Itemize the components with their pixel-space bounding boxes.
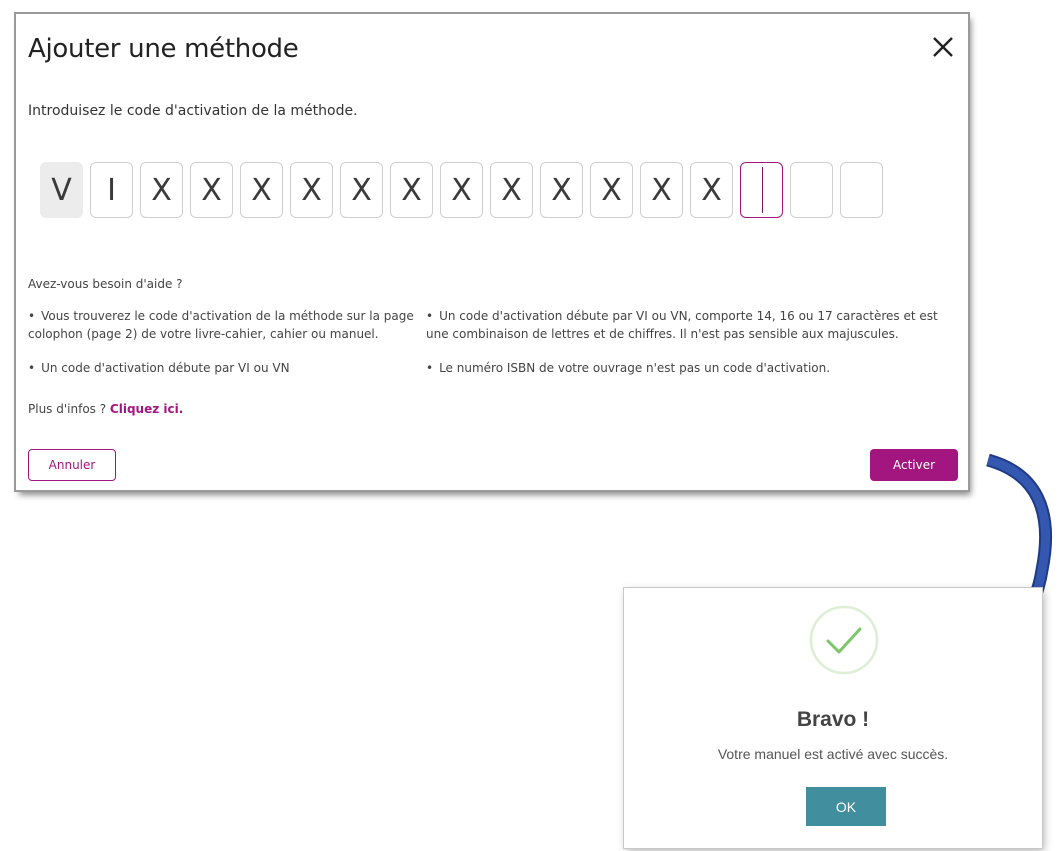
- help-item-text: Le numéro ISBN de votre ouvrage n'est pa…: [439, 361, 831, 375]
- more-info-link[interactable]: Cliquez ici.: [110, 402, 183, 416]
- code-char-box[interactable]: X: [340, 162, 383, 218]
- code-char-box[interactable]: X: [640, 162, 683, 218]
- help-item: • Vous trouverez le code d'activation de …: [28, 307, 418, 343]
- instruction-text: Introduisez le code d'activation de la m…: [28, 103, 358, 119]
- more-info: Plus d'infos ? Cliquez ici.: [28, 402, 183, 416]
- code-char-box[interactable]: X: [290, 162, 333, 218]
- help-item: • Un code d'activation débute par VI ou V…: [28, 359, 418, 377]
- code-char-box[interactable]: X: [140, 162, 183, 218]
- bullet: •: [28, 309, 36, 323]
- code-char-box[interactable]: [840, 162, 883, 218]
- bullet: •: [28, 361, 36, 375]
- code-char-box[interactable]: X: [590, 162, 633, 218]
- code-char-box[interactable]: X: [490, 162, 533, 218]
- activate-button[interactable]: Activer: [870, 449, 958, 481]
- success-message: Votre manuel est activé avec succès.: [717, 746, 949, 762]
- bullet: •: [426, 309, 434, 323]
- code-char-box[interactable]: X: [690, 162, 733, 218]
- help-item: • Le numéro ISBN de votre ouvrage n'est p…: [426, 359, 956, 377]
- activation-code-input: V I X X X X X X X X X X X X: [40, 162, 883, 220]
- code-char-box[interactable]: X: [190, 162, 233, 218]
- help-item-text: Un code d'activation débute par VI ou VN: [41, 361, 290, 375]
- more-info-prefix: Plus d'infos ?: [28, 402, 110, 416]
- code-char-box[interactable]: X: [240, 162, 283, 218]
- bullet: •: [426, 361, 434, 375]
- code-char-box[interactable]: X: [440, 162, 483, 218]
- code-char-box[interactable]: V: [40, 162, 83, 218]
- check-circle-icon: [809, 605, 879, 675]
- ok-button[interactable]: OK: [806, 787, 886, 826]
- success-dialog: Bravo ! Votre manuel est activé avec suc…: [624, 588, 1042, 848]
- close-icon[interactable]: [930, 34, 956, 60]
- help-item: • Un code d'activation débute par VI ou V…: [426, 307, 956, 343]
- help-item-text: Un code d'activation débute par VI ou VN…: [426, 309, 938, 341]
- add-method-dialog: Ajouter une méthode Introduisez le code …: [16, 14, 968, 490]
- cancel-button[interactable]: Annuler: [28, 449, 116, 481]
- code-char-box[interactable]: [790, 162, 833, 218]
- dialog-title: Ajouter une méthode: [28, 34, 299, 64]
- success-title: Bravo !: [796, 708, 870, 731]
- code-char-box[interactable]: X: [540, 162, 583, 218]
- help-item-text: Vous trouverez le code d'activation de l…: [28, 309, 414, 341]
- help-title: Avez-vous besoin d'aide ?: [28, 277, 183, 291]
- code-char-box[interactable]: X: [390, 162, 433, 218]
- code-char-box[interactable]: I: [90, 162, 133, 218]
- code-char-box-active[interactable]: [740, 162, 783, 218]
